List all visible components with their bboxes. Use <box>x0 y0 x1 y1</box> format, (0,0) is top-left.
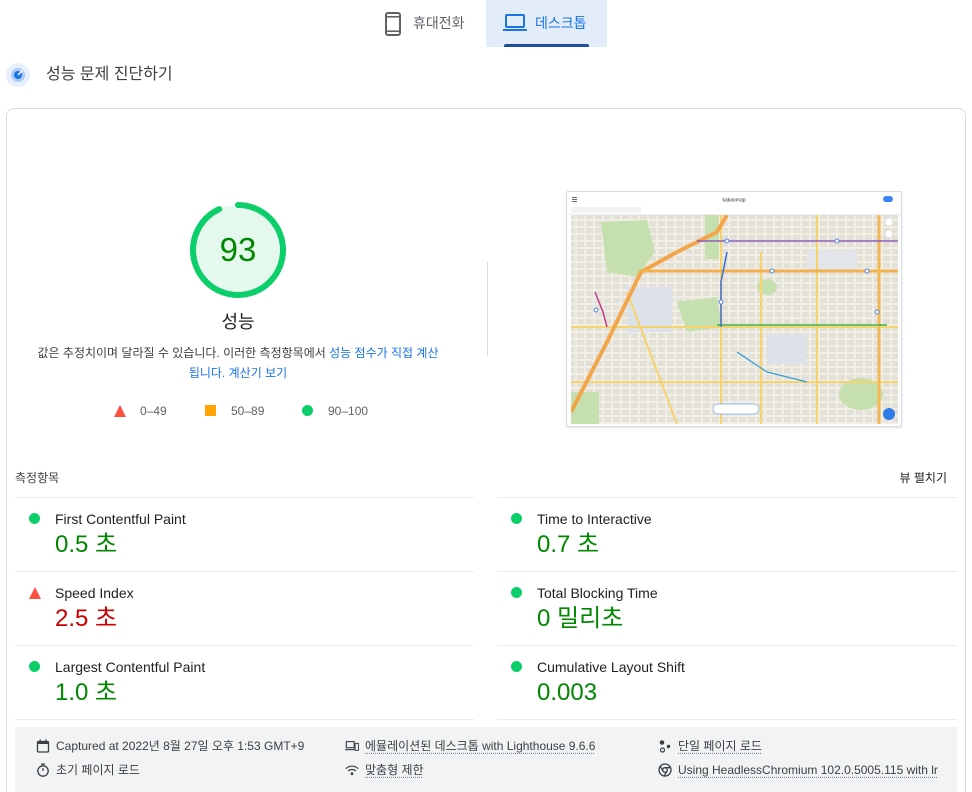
initial-load-text: 초기 페이지 로드 <box>56 763 140 777</box>
footer-item-emulated-device: 에뮬레이션된 데스크톱 with Lighthouse 9.6.6 <box>345 737 650 755</box>
metric-value: 0.7 초 <box>537 531 600 558</box>
metric-total-blocking-time: Total Blocking Time 0 밀리초 <box>497 571 957 645</box>
calculator-link[interactable]: 계산기 보기 <box>229 366 288 380</box>
metric-largest-contentful-paint: Largest Contentful Paint 1.0 초 <box>15 645 474 720</box>
tab-desktop-label: 데스크톱 <box>535 15 587 31</box>
orange-square-icon <box>205 405 216 416</box>
performance-gauge-icon <box>6 63 30 87</box>
metric-name: Total Blocking Time <box>537 585 658 601</box>
tab-mobile-label: 휴대전화 <box>413 15 465 31</box>
footer-item-initial-load: 초기 페이지 로드 <box>36 761 336 779</box>
metric-value: 0.5 초 <box>55 531 118 558</box>
legend-range-label: 50–89 <box>231 404 265 418</box>
laptop-icon <box>503 14 527 31</box>
menu-icon-line <box>572 199 577 200</box>
tab-mobile[interactable]: 휴대전화 <box>372 0 484 47</box>
chrome-icon <box>658 763 672 777</box>
map-screenshot: kakaomap <box>567 192 901 424</box>
metrics-column-right: Time to Interactive 0.7 초 Total Blocking… <box>497 497 957 720</box>
map-search-bar <box>571 207 641 213</box>
expand-view-toggle[interactable]: 뷰 펼치기 <box>870 471 948 485</box>
map-station <box>769 268 775 274</box>
score-description: 값은 추정치이며 달라질 수 있습니다. 이러한 측정항목에서 성능 점수가 직… <box>33 343 443 383</box>
map-station <box>718 299 724 305</box>
map-header: kakaomap <box>567 192 901 215</box>
metric-value: 1.0 초 <box>55 679 118 706</box>
metric-first-contentful-paint: First Contentful Paint 0.5 초 <box>15 497 474 571</box>
legend-item-fail: 0–49 <box>113 404 173 418</box>
map-station <box>834 238 840 244</box>
section-title: 성능 문제 진단하기 <box>46 66 173 83</box>
throttling-text: 맞춤형 제한 <box>365 763 424 777</box>
fail-triangle-icon <box>29 587 41 599</box>
pass-circle-icon <box>29 513 40 524</box>
devices-icon <box>345 741 359 751</box>
metric-name: Largest Contentful Paint <box>55 659 206 675</box>
single-page-load-text: 단일 페이지 로드 <box>678 739 762 753</box>
metric-name: Speed Index <box>55 585 134 601</box>
timer-icon <box>37 763 49 777</box>
performance-score-value: 93 <box>219 231 257 268</box>
legend-item-average: 50–89 <box>204 404 274 418</box>
tab-desktop[interactable]: 데스크톱 <box>486 0 607 47</box>
metric-value: 0.003 <box>537 679 598 706</box>
metric-cumulative-layout-shift: Cumulative Layout Shift 0.003 <box>497 645 957 720</box>
map-station <box>724 238 730 244</box>
pass-circle-icon <box>511 587 522 598</box>
menu-icon-line <box>572 201 577 202</box>
metric-time-to-interactive: Time to Interactive 0.7 초 <box>497 497 957 571</box>
pass-circle-icon <box>29 661 40 672</box>
pass-circle-icon <box>511 661 522 672</box>
map-station <box>874 309 880 315</box>
browser-version-text: Using HeadlessChromium 102.0.5005.115 wi… <box>678 763 938 777</box>
metric-value: 2.5 초 <box>55 605 118 632</box>
map-direction-button <box>883 408 895 420</box>
map-info-pill <box>712 403 760 415</box>
page-screenshot-thumbnail: kakaomap <box>566 191 902 427</box>
metric-value: 0 밀리초 <box>537 605 624 632</box>
map-header-divider <box>567 214 901 215</box>
metric-name: Cumulative Layout Shift <box>537 659 685 675</box>
legend-range-label: 90–100 <box>328 404 369 418</box>
footer-item-browser: Using HeadlessChromium 102.0.5005.115 wi… <box>658 761 957 779</box>
pass-circle-icon <box>511 513 522 524</box>
map-location-control <box>884 229 894 239</box>
map-station <box>864 268 870 274</box>
metric-speed-index: Speed Index 2.5 초 <box>15 571 474 645</box>
metric-name: Time to Interactive <box>537 511 652 527</box>
map-header-pill <box>883 196 893 202</box>
wifi-icon <box>345 765 359 776</box>
footer-item-captured-time: Captured at 2022년 8월 27일 오후 1:53 GMT+9 <box>36 737 336 755</box>
metrics-heading: 측정항목 <box>15 471 60 485</box>
map-zoom-control <box>884 217 894 227</box>
footer-item-single-page-load: 단일 페이지 로드 <box>658 737 957 755</box>
menu-icon-line <box>572 197 577 198</box>
legend-range-label: 0–49 <box>140 404 167 418</box>
map-station <box>593 307 599 313</box>
kakaomap-logo: kakaomap <box>722 198 745 204</box>
vertical-divider <box>487 262 488 356</box>
map-district <box>807 250 857 270</box>
metric-name: First Contentful Paint <box>55 511 186 527</box>
map-district <box>767 334 807 364</box>
performance-score-label: 성능 <box>221 312 255 332</box>
captured-time-text: Captured at 2022년 8월 27일 오후 1:53 GMT+9 <box>56 739 305 753</box>
run-info-footer: Captured at 2022년 8월 27일 오후 1:53 GMT+9 초… <box>15 727 957 792</box>
footer-item-throttling: 맞춤형 제한 <box>345 761 650 779</box>
legend-item-pass: 90–100 <box>301 404 381 418</box>
map-area <box>571 215 898 424</box>
selected-tab-indicator <box>504 44 589 47</box>
score-description-text: 값은 추정치이며 달라질 수 있습니다. 이러한 측정항목에서 <box>37 346 330 360</box>
green-circle-icon <box>302 405 313 416</box>
red-triangle-icon <box>114 405 126 417</box>
calendar-icon <box>36 739 50 753</box>
smartphone-icon <box>385 12 401 36</box>
metrics-column-left: First Contentful Paint 0.5 초 Speed Index… <box>15 497 474 720</box>
single-page-load-icon <box>659 740 671 753</box>
emulated-device-text: 에뮬레이션된 데스크톱 with Lighthouse 9.6.6 <box>365 739 596 753</box>
